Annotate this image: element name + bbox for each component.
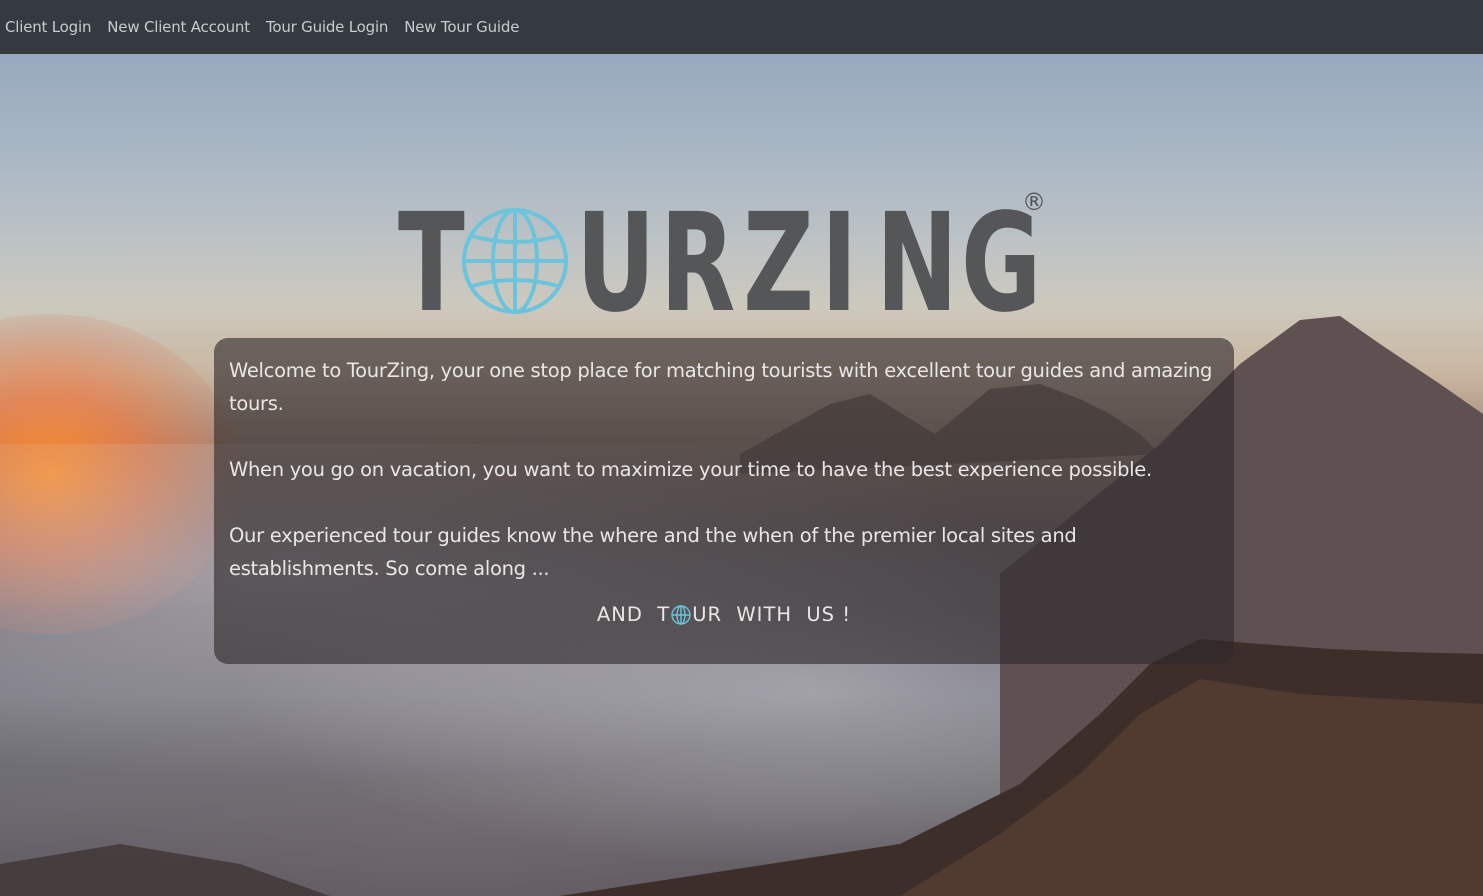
mini-globe-icon: [671, 604, 691, 625]
globe-icon: [462, 208, 568, 314]
intro-paragraph-1: Welcome to TourZing, your one stop place…: [229, 359, 1213, 415]
top-navbar: Client Login New Client Account Tour Gui…: [0, 0, 1483, 54]
logo-letter-z: Z: [743, 185, 815, 343]
nav-client-login[interactable]: Client Login: [5, 18, 91, 36]
logo-letter-u: U: [576, 185, 656, 343]
nav-new-client-account[interactable]: New Client Account: [107, 18, 250, 36]
tagline: AND T UR WITH US !: [214, 598, 1234, 631]
welcome-panel: Welcome to TourZing, your one stop place…: [214, 338, 1234, 664]
logo-letter-t: T: [398, 185, 465, 343]
logo-letter-i: I: [821, 185, 858, 343]
intro-paragraph-2: When you go on vacation, you want to max…: [229, 458, 1152, 481]
registered-mark: ®: [1022, 188, 1046, 216]
logo-letter-n: N: [876, 185, 958, 343]
nav-new-tour-guide[interactable]: New Tour Guide: [404, 18, 519, 36]
nav-tour-guide-login[interactable]: Tour Guide Login: [266, 18, 389, 36]
logo-letter-r: R: [660, 185, 736, 343]
tagline-start: AND T: [596, 603, 671, 626]
tagline-end: UR WITH US !: [692, 603, 852, 626]
intro-paragraph-3: Our experienced tour guides know the whe…: [229, 524, 1077, 580]
tourzing-logo: T U R Z I N G ®: [398, 185, 1058, 343]
logo-letter-g: G: [961, 185, 1042, 343]
hero-background: T U R Z I N G ® Welcome to TourZing, you…: [0, 54, 1483, 896]
